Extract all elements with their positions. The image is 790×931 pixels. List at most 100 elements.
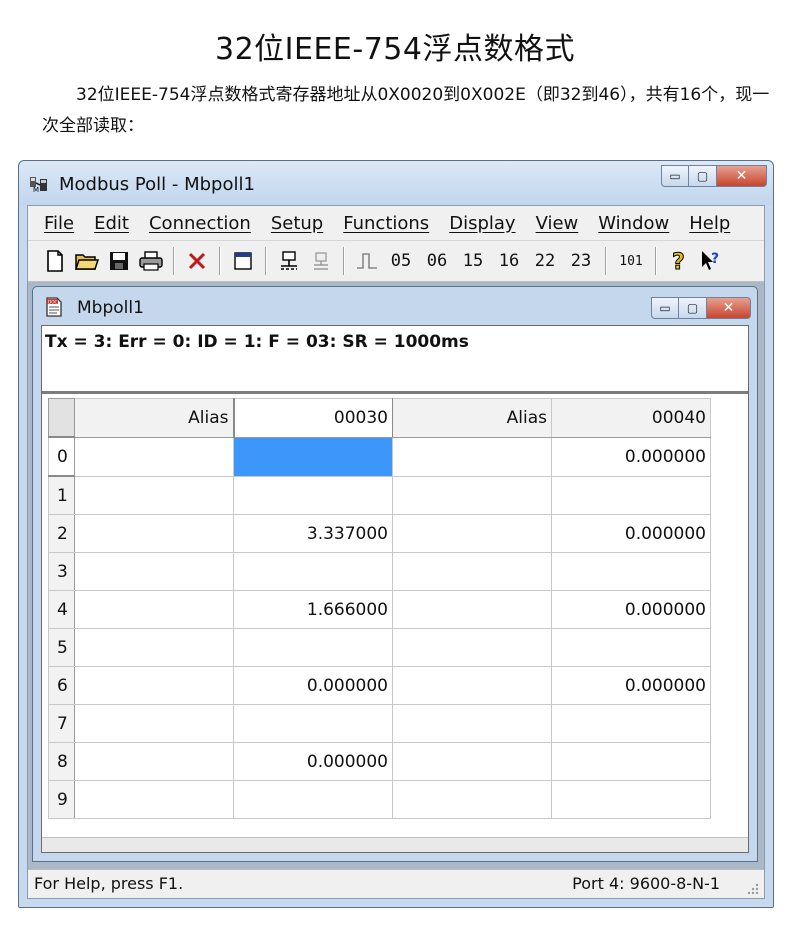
maximize-icon: ▢	[686, 301, 699, 315]
child-close-button[interactable]: ✕	[707, 297, 751, 319]
row-header[interactable]: 2	[48, 514, 75, 553]
toolbar-separator	[173, 247, 175, 275]
column-header-00040[interactable]: 00040	[551, 398, 711, 438]
column-header-00030[interactable]: 00030	[232, 398, 393, 438]
new-file-icon[interactable]	[40, 246, 70, 276]
grid-cell[interactable]	[392, 590, 552, 629]
disconnect-icon[interactable]	[306, 246, 336, 276]
menu-edit[interactable]: Edit	[84, 213, 139, 234]
print-icon[interactable]	[136, 246, 166, 276]
grid-cell[interactable]	[74, 704, 234, 743]
grid-cell-selected[interactable]	[233, 436, 393, 477]
child-titlebar[interactable]: DOC Mbpoll1 ▭ ▢ ✕	[33, 287, 757, 325]
grid-cell[interactable]	[392, 704, 552, 743]
grid-cell[interactable]: 0.000000	[551, 436, 711, 477]
maximize-button[interactable]: ▢	[689, 165, 717, 187]
grid-cell[interactable]	[233, 475, 393, 515]
grid-cell[interactable]	[551, 704, 711, 743]
grid-cell[interactable]: 0.000000	[551, 514, 711, 553]
grid-cell[interactable]: 0.000000	[233, 666, 393, 705]
menu-view[interactable]: View	[526, 213, 589, 234]
grid-cell[interactable]	[74, 666, 234, 705]
function-22-button[interactable]: 22	[528, 246, 562, 276]
grid-cell[interactable]	[74, 436, 234, 477]
menu-functions[interactable]: Functions	[333, 213, 439, 234]
grid-cell[interactable]	[392, 666, 552, 705]
grid-cell[interactable]	[392, 475, 552, 515]
function-101-button[interactable]: 101	[614, 246, 648, 276]
open-folder-icon[interactable]	[72, 246, 102, 276]
menu-setup[interactable]: Setup	[261, 213, 333, 234]
toolbar-separator	[219, 247, 221, 275]
close-button[interactable]: ✕	[717, 165, 767, 187]
function-05-button[interactable]: 05	[384, 246, 418, 276]
grid-cell[interactable]	[392, 436, 552, 477]
row-header[interactable]: 8	[48, 742, 75, 781]
menu-file[interactable]: File	[34, 213, 84, 234]
function-23-button[interactable]: 23	[564, 246, 598, 276]
function-15-button[interactable]: 15	[456, 246, 490, 276]
grid-cell[interactable]	[392, 742, 552, 781]
grid-cell[interactable]	[551, 742, 711, 781]
minimize-button[interactable]: ▭	[661, 165, 689, 187]
save-icon[interactable]	[104, 246, 134, 276]
window-titlebar[interactable]: M Modbus Poll - Mbpoll1 ▭ ▢ ✕	[19, 161, 773, 205]
grid-cell[interactable]	[74, 590, 234, 629]
grid-cell[interactable]	[233, 704, 393, 743]
child-minimize-button[interactable]: ▭	[651, 297, 679, 319]
grid-corner[interactable]	[48, 398, 75, 438]
help-icon[interactable]: ?	[664, 246, 694, 276]
grid-cell[interactable]	[392, 514, 552, 553]
page-title: 32位IEEE-754浮点数格式	[215, 32, 575, 67]
row-header[interactable]: 9	[48, 780, 75, 819]
window-icon[interactable]	[228, 246, 258, 276]
grid-cell[interactable]	[551, 552, 711, 591]
grid-cell[interactable]	[233, 552, 393, 591]
grid-cell[interactable]	[233, 780, 393, 819]
resize-grip-icon[interactable]	[746, 882, 760, 896]
function-06-button[interactable]: 06	[420, 246, 454, 276]
grid-cell[interactable]: 0.000000	[551, 666, 711, 705]
grid-cell[interactable]	[392, 628, 552, 667]
column-header-alias-1[interactable]: Alias	[74, 398, 234, 438]
grid-cell[interactable]	[74, 514, 234, 553]
row-header[interactable]: 3	[48, 552, 75, 591]
menu-display[interactable]: Display	[439, 213, 525, 234]
row-header[interactable]: 6	[48, 666, 75, 705]
row-header[interactable]: 0	[48, 436, 75, 477]
grid-cell[interactable]	[74, 552, 234, 591]
connect-icon[interactable]	[274, 246, 304, 276]
grid-cell[interactable]	[74, 780, 234, 819]
delete-icon[interactable]	[182, 246, 212, 276]
grid-cell[interactable]	[233, 628, 393, 667]
row-header[interactable]: 1	[48, 475, 75, 515]
column-header-alias-2[interactable]: Alias	[392, 398, 552, 438]
grid-cell[interactable]	[551, 628, 711, 667]
toolbar-separator	[655, 247, 657, 275]
menu-window[interactable]: Window	[588, 213, 679, 234]
menu-help[interactable]: Help	[679, 213, 740, 234]
context-help-icon[interactable]: ?	[696, 246, 726, 276]
grid-cell[interactable]	[74, 628, 234, 667]
minimize-icon: ▭	[659, 301, 671, 315]
grid-cell[interactable]: 0.000000	[551, 590, 711, 629]
row-header[interactable]: 4	[48, 590, 75, 629]
grid-cell[interactable]	[392, 552, 552, 591]
grid-cell[interactable]	[551, 780, 711, 819]
pulse-icon[interactable]	[352, 246, 382, 276]
child-maximize-button[interactable]: ▢	[679, 297, 707, 319]
row-header[interactable]: 5	[48, 628, 75, 667]
menu-connection[interactable]: Connection	[139, 213, 261, 234]
maximize-icon: ▢	[696, 169, 709, 183]
grid-cell[interactable]	[74, 475, 234, 515]
mbpoll1-window: DOC Mbpoll1 ▭ ▢ ✕ Tx = 3: Err = 0: ID = …	[32, 286, 758, 862]
function-16-button[interactable]: 16	[492, 246, 526, 276]
grid-cell[interactable]: 1.666000	[233, 590, 393, 629]
grid-cell[interactable]	[74, 742, 234, 781]
grid-cell[interactable]	[392, 780, 552, 819]
intro-paragraph: 32位IEEE-754浮点数格式寄存器地址从0X0020到0X002E（即32到…	[42, 85, 770, 136]
grid-cell[interactable]: 3.337000	[233, 514, 393, 553]
grid-cell[interactable]	[551, 475, 711, 515]
grid-cell[interactable]: 0.000000	[233, 742, 393, 781]
row-header[interactable]: 7	[48, 704, 75, 743]
